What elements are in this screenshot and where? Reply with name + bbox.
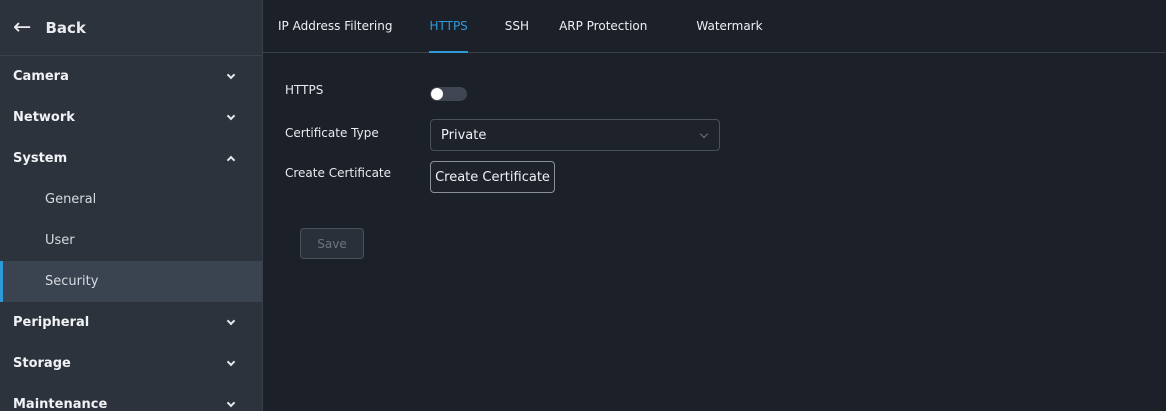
chevron-down-icon bbox=[226, 357, 236, 367]
sidebar-subitem-user[interactable]: User bbox=[0, 220, 262, 261]
toggle-knob bbox=[431, 88, 443, 100]
certificate-type-select[interactable]: Private bbox=[430, 119, 720, 151]
save-button[interactable]: Save bbox=[300, 228, 364, 259]
sidebar-item-maintenance[interactable]: Maintenance bbox=[0, 384, 262, 411]
app-window: ← Back Camera Network System General Use… bbox=[0, 0, 1166, 411]
https-toggle[interactable] bbox=[430, 87, 467, 101]
sidebar-item-network[interactable]: Network bbox=[0, 97, 262, 138]
sidebar-item-label: Camera bbox=[13, 69, 69, 84]
chevron-down-icon bbox=[226, 111, 236, 121]
chevron-down-icon bbox=[226, 70, 236, 80]
sidebar: ← Back Camera Network System General Use… bbox=[0, 0, 263, 411]
sidebar-item-camera[interactable]: Camera bbox=[0, 56, 262, 97]
main-panel: IP Address Filtering HTTPS SSH ARP Prote… bbox=[263, 0, 1166, 411]
sidebar-item-label: Network bbox=[13, 110, 75, 125]
back-arrow-icon: ← bbox=[13, 14, 32, 40]
chevron-down-icon bbox=[226, 398, 236, 408]
sidebar-item-label: Maintenance bbox=[13, 397, 108, 411]
chevron-up-icon bbox=[226, 155, 236, 165]
sidebar-item-peripheral[interactable]: Peripheral bbox=[0, 302, 262, 343]
tab-ip-address-filtering[interactable]: IP Address Filtering bbox=[278, 0, 392, 52]
sidebar-subitem-general[interactable]: General bbox=[0, 179, 262, 220]
sidebar-subitem-security[interactable]: Security bbox=[0, 261, 262, 302]
tab-watermark[interactable]: Watermark bbox=[696, 0, 762, 52]
tab-https[interactable]: HTTPS bbox=[429, 0, 469, 53]
tab-bar: IP Address Filtering HTTPS SSH ARP Prote… bbox=[263, 0, 1166, 53]
certificate-type-label: Certificate Type bbox=[285, 126, 379, 140]
sidebar-item-system[interactable]: System bbox=[0, 138, 262, 179]
create-certificate-button[interactable]: Create Certificate bbox=[430, 161, 555, 193]
certificate-type-value: Private bbox=[441, 127, 487, 143]
sidebar-item-label: Storage bbox=[13, 356, 71, 371]
tab-ssh[interactable]: SSH bbox=[505, 0, 529, 52]
sidebar-item-storage[interactable]: Storage bbox=[0, 343, 262, 384]
https-label: HTTPS bbox=[285, 83, 324, 97]
sidebar-item-label: System bbox=[13, 151, 68, 166]
sidebar-item-label: Peripheral bbox=[13, 315, 90, 330]
create-certificate-label: Create Certificate bbox=[285, 166, 392, 180]
chevron-down-icon bbox=[699, 129, 709, 138]
back-label: Back bbox=[45, 18, 86, 37]
back-button[interactable]: ← Back bbox=[0, 0, 262, 56]
chevron-down-icon bbox=[226, 316, 236, 326]
tab-arp-protection[interactable]: ARP Protection bbox=[559, 0, 647, 52]
